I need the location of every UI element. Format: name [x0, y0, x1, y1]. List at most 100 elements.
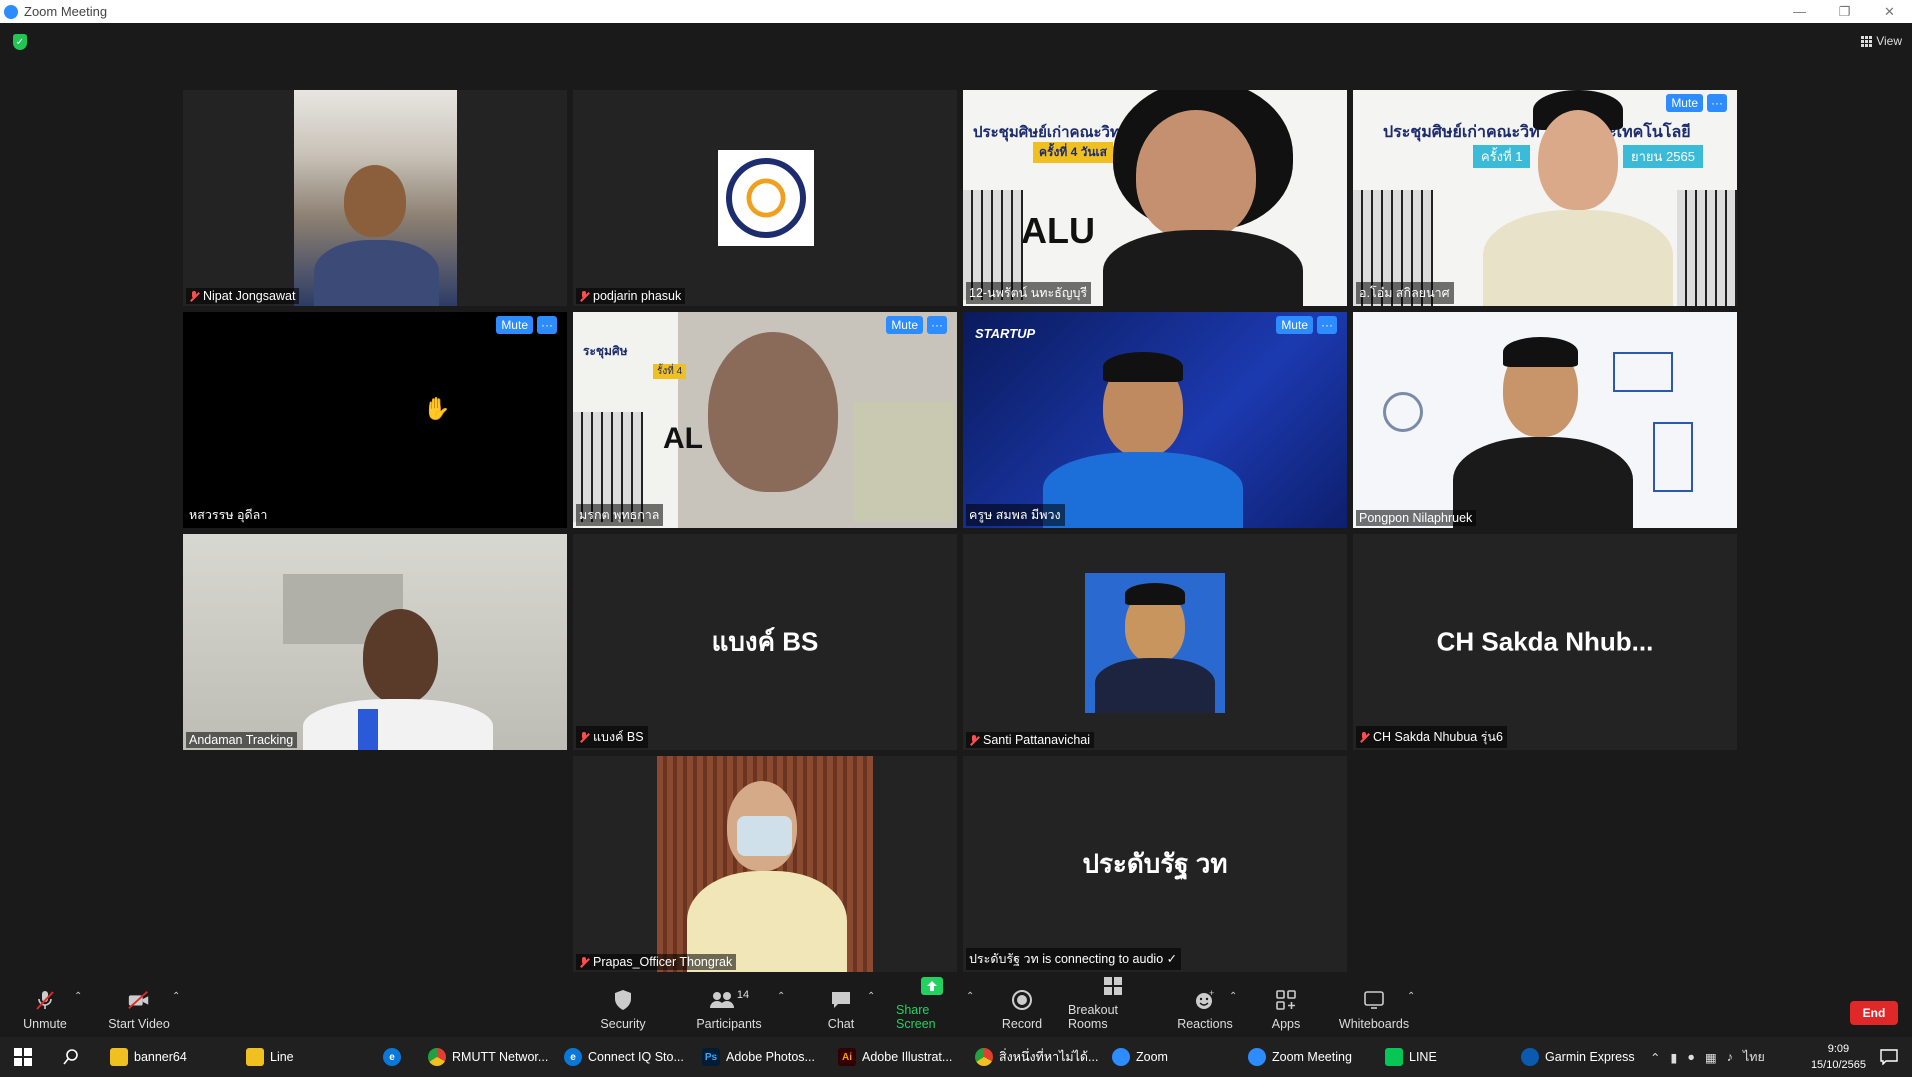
volume-icon[interactable]: ♪ [1727, 1050, 1733, 1064]
reactions-button[interactable]: + Reactions [1177, 975, 1233, 1037]
mute-button[interactable]: Mute [1666, 94, 1703, 112]
taskbar-item[interactable]: e Connect IQ Sto... [564, 1037, 684, 1077]
chat-chevron-icon[interactable]: ⌃ [867, 991, 875, 1002]
video-tile[interactable]: Nipat Jongsawat [183, 90, 567, 306]
mute-button[interactable]: Mute [1276, 316, 1313, 334]
participant-video [294, 90, 457, 306]
participant-name: Andaman Tracking [186, 732, 298, 748]
taskbar-item[interactable]: Line [246, 1037, 294, 1077]
input-language[interactable]: ไทย [1743, 1047, 1765, 1067]
audio-options-chevron-icon[interactable]: ⌃ [74, 991, 82, 1002]
tray-chevron-icon[interactable]: ⌃ [1650, 1050, 1660, 1065]
battery-icon[interactable]: ▮ [1670, 1050, 1677, 1065]
participant-name: Nipat Jongsawat [186, 288, 300, 304]
profile-logo [718, 150, 814, 246]
breakout-rooms-button[interactable]: Breakout Rooms [1068, 975, 1158, 1037]
more-options-button[interactable]: ··· [1707, 94, 1727, 112]
taskbar-item[interactable]: LINE [1385, 1037, 1437, 1077]
raised-hand-icon: ✋ [423, 396, 451, 421]
mute-button[interactable]: Mute [886, 316, 923, 334]
unmute-button[interactable]: Unmute [18, 975, 72, 1037]
participant-video: ประชุมศิษย์เก่าคณะวิทยาศ ครั้งที่ 4 วันเ… [963, 90, 1347, 306]
video-tile[interactable]: CH Sakda Nhub... CH Sakda Nhubua รุ่น6 [1353, 534, 1737, 750]
security-button[interactable]: Security [597, 975, 649, 1037]
taskbar-item[interactable]: Zoom [1112, 1037, 1168, 1077]
whiteboards-button[interactable]: Whiteboards [1338, 975, 1410, 1037]
mic-off-icon [33, 989, 57, 1011]
video-tile[interactable]: Pongpon Nilaphruek [1353, 312, 1737, 528]
reactions-icon: + [1193, 989, 1217, 1011]
video-tile[interactable]: ประชุมศิษย์เก่าคณะวิท ะเทคโนโลยี ครั้งที… [1353, 90, 1737, 306]
participants-button[interactable]: 14 Participants [692, 975, 766, 1037]
participant-video: ประชุมศิษย์เก่าคณะวิท ะเทคโนโลยี ครั้งที… [1353, 90, 1737, 306]
profile-photo [1085, 573, 1225, 713]
taskbar-item[interactable]: RMUTT Networ... [428, 1037, 548, 1077]
photoshop-icon: Ps [702, 1048, 720, 1066]
taskbar-item[interactable]: Zoom Meeting [1248, 1037, 1352, 1077]
more-options-button[interactable]: ··· [927, 316, 947, 334]
chat-button[interactable]: Chat [823, 975, 859, 1037]
participant-name: Santi Pattanavichai [966, 732, 1095, 748]
apps-icon [1274, 989, 1298, 1011]
share-screen-icon [920, 975, 944, 997]
mic-muted-icon [579, 731, 589, 743]
record-button[interactable]: Record [1001, 975, 1043, 1037]
end-meeting-button[interactable]: End [1850, 1001, 1898, 1025]
notifications-button[interactable] [1880, 1037, 1898, 1077]
participant-video: ระชุมศิษ รั้งที่ 4 AL [573, 312, 957, 528]
mute-button[interactable]: Mute [496, 316, 533, 334]
participant-video [1353, 312, 1737, 528]
breakout-rooms-icon [1101, 975, 1125, 997]
taskbar-item[interactable]: Garmin Express [1521, 1037, 1635, 1077]
more-options-button[interactable]: ··· [537, 316, 557, 334]
taskbar-item[interactable]: Ps Adobe Photos... [702, 1037, 815, 1077]
video-tile[interactable]: ประดับรัฐ วท ประดับรัฐ วท is connecting … [963, 756, 1347, 972]
video-tile[interactable]: Prapas_Officer Thongrak [573, 756, 957, 972]
zoom-icon [1112, 1048, 1130, 1066]
folder-icon [246, 1048, 264, 1066]
video-tile-active-speaker[interactable]: ประชุมศิษย์เก่าคณะวิทยาศ ครั้งที่ 4 วันเ… [963, 90, 1347, 306]
participant-name: ครูษ สมพล มีพวง [966, 504, 1065, 526]
clock[interactable]: 9:09 15/10/2565 [1811, 1041, 1866, 1073]
taskbar-item[interactable]: e [383, 1037, 401, 1077]
share-chevron-icon[interactable]: ⌃ [966, 991, 974, 1002]
encryption-shield-icon[interactable]: ✓ [13, 34, 27, 50]
search-button[interactable] [63, 1037, 79, 1077]
video-tile[interactable]: STARTUP Mute ··· ครูษ สมพล มีพวง [963, 312, 1347, 528]
camera-off-icon [127, 989, 151, 1011]
view-button[interactable]: View [1861, 34, 1902, 48]
close-icon[interactable]: ✕ [1867, 0, 1912, 23]
start-video-button[interactable]: Start Video [106, 975, 172, 1037]
reactions-chevron-icon[interactable]: ⌃ [1229, 991, 1237, 1002]
mic-muted-icon [969, 734, 979, 746]
taskbar-item[interactable]: banner64 [110, 1037, 187, 1077]
video-tile[interactable]: ระชุมศิษ รั้งที่ 4 AL Mute ··· มรกต พุทธ… [573, 312, 957, 528]
share-screen-button[interactable]: Share Screen [896, 975, 968, 1037]
garmin-icon [1521, 1048, 1539, 1066]
taskbar-item[interactable]: สิ่งหนึ่งที่หาไม่ได้... [975, 1037, 1098, 1077]
mic-icon[interactable]: ● [1687, 1050, 1695, 1064]
participants-chevron-icon[interactable]: ⌃ [777, 991, 785, 1002]
network-icon[interactable]: ▦ [1705, 1050, 1717, 1065]
minimize-icon[interactable]: — [1777, 0, 1822, 23]
video-tile[interactable]: podjarin phasuk [573, 90, 957, 306]
participant-name: ประดับรัฐ วท is connecting to audio ✓ [966, 948, 1182, 970]
more-options-button[interactable]: ··· [1317, 316, 1337, 334]
grid-view-icon [1861, 35, 1873, 47]
video-tile[interactable]: ✋ Mute ··· หสวรรษ อุดีลา [183, 312, 567, 528]
restore-icon[interactable]: ❐ [1822, 0, 1867, 23]
participant-name: podjarin phasuk [576, 288, 686, 304]
meeting-stage: ✓ View Nipat Jongsawat podjarin phasuk ป… [0, 23, 1912, 975]
video-tile[interactable]: Andaman Tracking [183, 534, 567, 750]
whiteboards-chevron-icon[interactable]: ⌃ [1407, 991, 1415, 1002]
participants-icon: 14 [707, 989, 751, 1011]
video-tile[interactable]: แบงค์ BS แบงค์ BS [573, 534, 957, 750]
video-tile[interactable]: Santi Pattanavichai [963, 534, 1347, 750]
apps-button[interactable]: Apps [1269, 975, 1303, 1037]
video-options-chevron-icon[interactable]: ⌃ [172, 991, 180, 1002]
participant-display-name: แบงค์ BS [711, 626, 819, 657]
taskbar-item[interactable]: Ai Adobe Illustrat... [838, 1037, 952, 1077]
start-button[interactable] [14, 1037, 32, 1077]
participant-display-name: ประดับรัฐ วท [1082, 848, 1228, 879]
zoom-icon [1248, 1048, 1266, 1066]
